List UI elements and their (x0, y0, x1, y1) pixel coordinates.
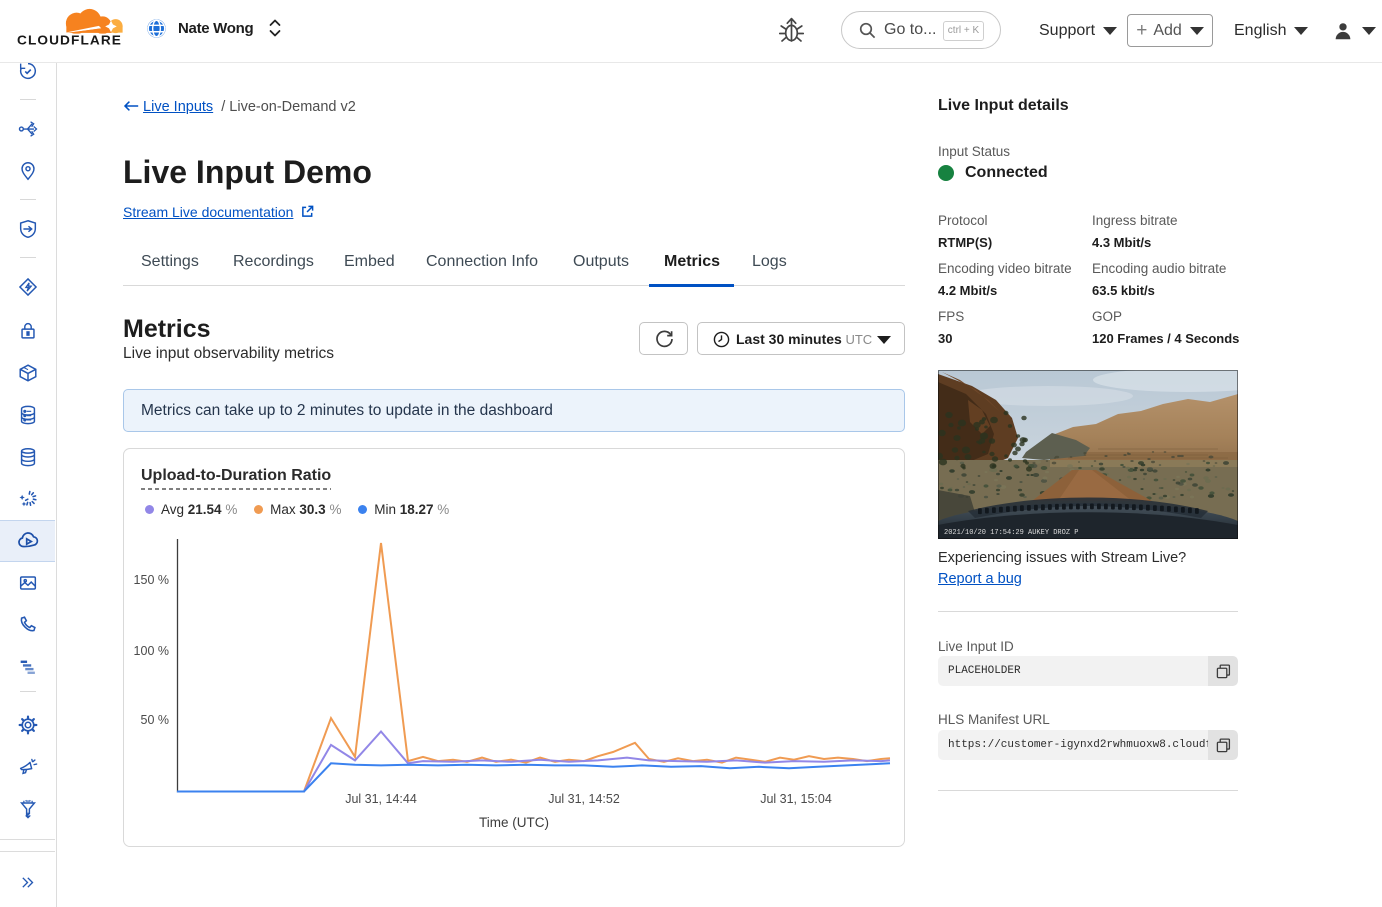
svg-text:150 %: 150 % (134, 573, 169, 587)
svg-text:2021/10/20 17:54:29 AUKEY DROZ: 2021/10/20 17:54:29 AUKEY DROZ P (944, 529, 1078, 537)
svg-text:100 %: 100 % (134, 644, 169, 658)
svg-text:Jul 31, 14:52: Jul 31, 14:52 (548, 792, 620, 806)
svg-text:CLOUDFLARE: CLOUDFLARE (17, 34, 122, 48)
svg-text:Jul 31, 14:44: Jul 31, 14:44 (345, 792, 417, 806)
svg-text:Jul 31, 15:04: Jul 31, 15:04 (760, 792, 832, 806)
svg-text:50 %: 50 % (141, 713, 170, 727)
